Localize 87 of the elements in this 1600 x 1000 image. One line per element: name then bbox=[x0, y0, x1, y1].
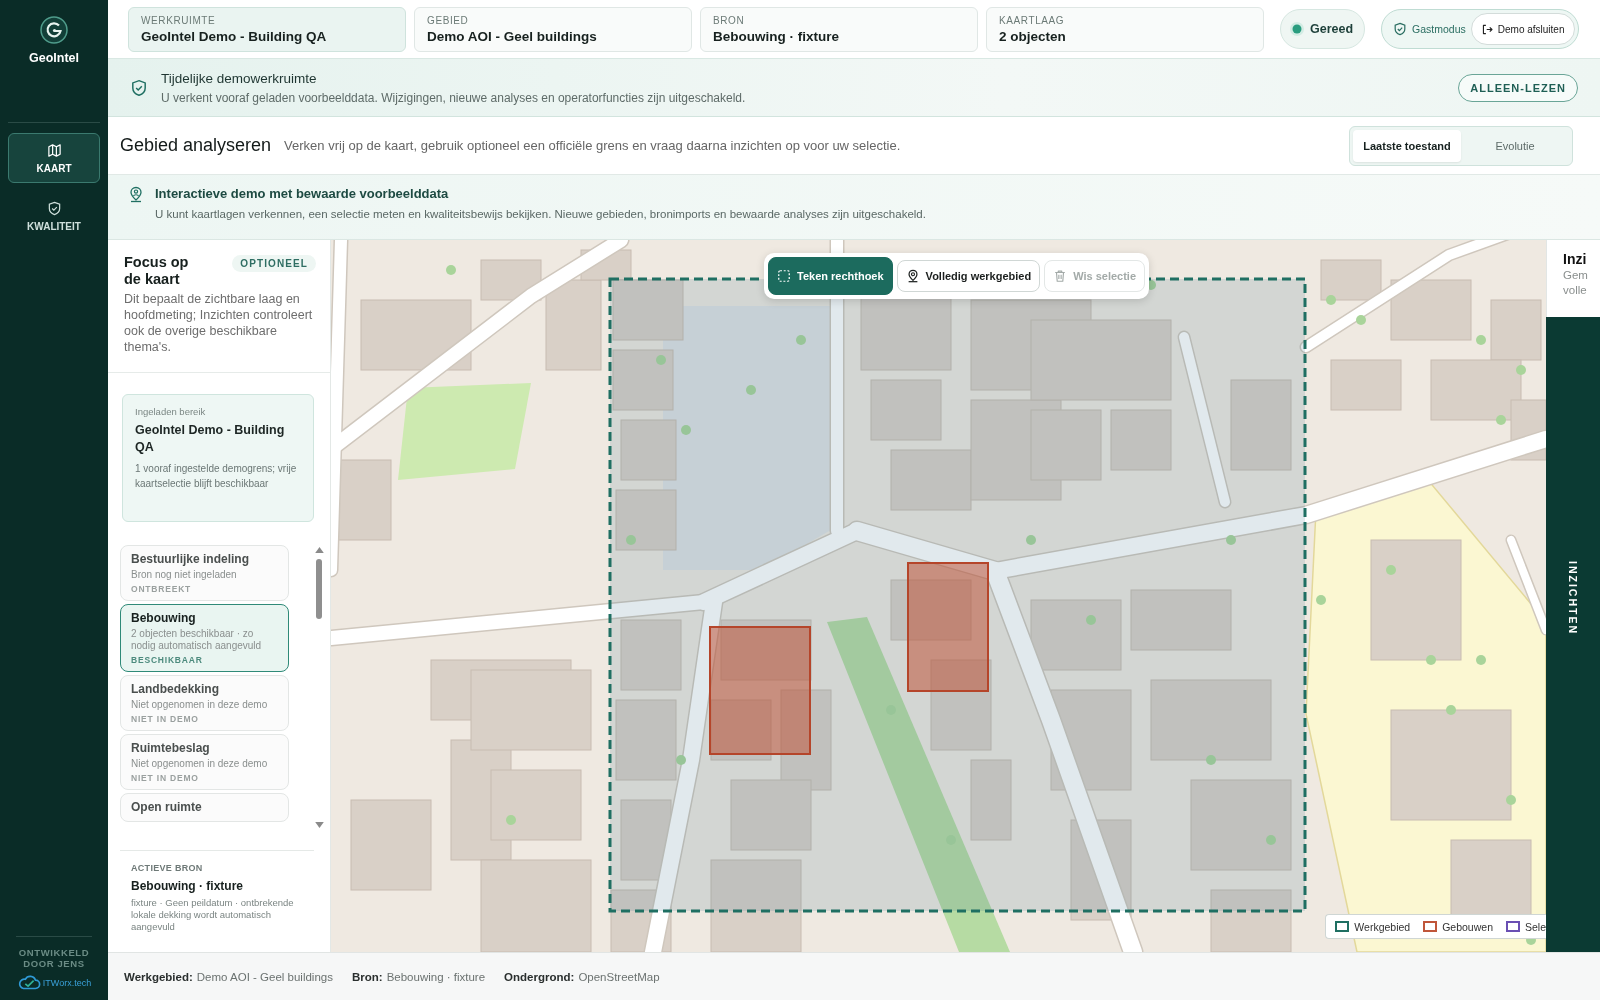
theme-status: NIET IN DEMO bbox=[131, 714, 200, 724]
shield-check-icon bbox=[1393, 22, 1408, 36]
scroll-down-icon[interactable] bbox=[314, 822, 324, 828]
theme-status: NIET IN DEMO bbox=[131, 773, 200, 783]
status-label: Bron: bbox=[351, 970, 383, 983]
theme-option[interactable]: Bebouwing 2 objecten beschikbaar · zo nodig automatisch aangevuld BESCHIKBAAR bbox=[120, 604, 289, 672]
page-title: Gebied analyseren bbox=[120, 135, 272, 156]
legend-label: Gebouwen bbox=[1442, 920, 1493, 933]
theme-title: Bestuurlijke indeling bbox=[131, 552, 251, 567]
insights-tab[interactable]: INZICHTEN bbox=[1546, 317, 1600, 952]
source-text: fixture · Geen peildatum · ontbrekende lokale dekking wordt automatisch aangevuld bbox=[131, 897, 295, 933]
info-text: U kunt kaartlagen verkennen, een selectie meten en kwaliteitsbewijs bekijken. Nieuwe gebieden, bronimports en bewaarde analyses zijn uitgeschakeld. bbox=[155, 208, 926, 220]
context-card[interactable]: GEBIED Demo AOI - Geel buildings bbox=[414, 6, 692, 52]
context-card[interactable]: WERKRUIMTE GeoIntel Demo - Building QA bbox=[128, 6, 406, 52]
status-value: Bebouwing · fixture bbox=[386, 970, 486, 983]
status-label: Ondergrond: bbox=[504, 970, 575, 983]
page-description: Verken vrij op de kaart, gebruik optioneel een officiële grens en vraag daarna inzichten op voor uw selectie. bbox=[284, 138, 901, 153]
theme-status: BESCHIKBAAR bbox=[131, 655, 204, 665]
nav-item[interactable]: KWALITEIT bbox=[8, 191, 100, 241]
status-value: Demo AOI - Geel buildings bbox=[196, 970, 333, 983]
source-label: ACTIEVE BRON bbox=[131, 863, 204, 873]
location-pin-icon bbox=[128, 186, 144, 204]
location-pin-icon bbox=[905, 269, 920, 283]
banner-title: Tijdelijke demowerkruimte bbox=[161, 70, 318, 86]
read-only-badge: ALLEEN-LEZEN bbox=[1458, 73, 1578, 102]
panel-title: Focus op de kaart bbox=[124, 254, 190, 288]
partner-logo-text: ITWorx.tech bbox=[42, 977, 92, 988]
context-card[interactable]: KAARTLAAG 2 objecten bbox=[986, 6, 1264, 52]
guest-mode-label: Gastmodus bbox=[1412, 23, 1466, 35]
scroll-up-icon[interactable] bbox=[314, 547, 324, 553]
card-label: WERKRUIMTE bbox=[141, 14, 217, 26]
source-title: Bebouwing · fixture bbox=[131, 879, 244, 893]
insights-text: Gem bbox=[1563, 268, 1589, 283]
theme-option[interactable]: Ruimtebeslag Niet opgenomen in deze demo NIET IN DEMO bbox=[120, 734, 289, 790]
theme-title: Bebouwing bbox=[131, 611, 197, 626]
toolbar-button[interactable]: Teken rechthoek bbox=[768, 257, 893, 295]
banner-text: U verkent vooraf geladen voorbeelddata. Wijzigingen, nieuwe analyses en operatorfuncties zijn uitgeschakeld. bbox=[161, 90, 746, 105]
legend-label: Werkgebied bbox=[1354, 920, 1411, 933]
shield-check-icon bbox=[46, 200, 62, 216]
theme-option[interactable]: Open ruimte bbox=[120, 793, 289, 822]
theme-title: Landbedekking bbox=[131, 682, 220, 697]
shield-check-icon bbox=[130, 77, 148, 98]
exit-icon bbox=[1480, 22, 1494, 36]
trash-icon bbox=[1053, 269, 1068, 283]
brand-name: GeoIntel bbox=[29, 50, 79, 66]
status-text: Gereed bbox=[1310, 22, 1354, 36]
card-label: KAARTLAAG bbox=[999, 14, 1066, 26]
panel-description: Dit bepaalt de zichtbare laag en hoofdmeting; Inzichten controleert ook de overige beschikbare thema's. bbox=[124, 291, 314, 355]
optional-badge: OPTIONEEL bbox=[232, 255, 316, 272]
credit-text: ONTWIKKELD DOOR JENS bbox=[17, 947, 91, 969]
card-value: Demo AOI - Geel buildings bbox=[427, 28, 598, 44]
theme-status: ONTBREEKT bbox=[131, 584, 193, 594]
scrollbar-thumb[interactable] bbox=[316, 559, 322, 619]
logo-icon bbox=[40, 16, 68, 44]
status-value: OpenStreetMap bbox=[578, 970, 660, 983]
theme-option[interactable]: Bestuurlijke indeling Bron nog niet ingeladen ONTBREEKT bbox=[120, 545, 289, 601]
view-tab[interactable]: Evolutie bbox=[1461, 129, 1569, 162]
dashed-square-icon bbox=[777, 269, 791, 283]
card-label: GEBIED bbox=[427, 14, 470, 26]
map-icon bbox=[46, 142, 62, 158]
theme-description: Niet opgenomen in deze demo bbox=[131, 758, 269, 770]
nav-item[interactable]: KAART bbox=[8, 133, 100, 183]
building-footprint[interactable] bbox=[907, 562, 989, 692]
theme-description: Bron nog niet ingeladen bbox=[131, 569, 238, 581]
card-value: 2 objecten bbox=[999, 28, 1067, 44]
range-text: 1 vooraf ingestelde demogrens; vrije kaartselectie blijft beschikbaar bbox=[135, 462, 297, 491]
card-value: GeoIntel Demo - Building QA bbox=[141, 28, 328, 44]
building-footprint[interactable] bbox=[709, 626, 811, 755]
toolbar-button[interactable]: Volledig werkgebied bbox=[896, 260, 1041, 292]
card-label: BRON bbox=[713, 14, 746, 26]
theme-description: Niet opgenomen in deze demo bbox=[131, 699, 269, 711]
info-title: Interactieve demo met bewaarde voorbeelddata bbox=[155, 186, 450, 201]
status-label: Werkgebied: bbox=[124, 970, 193, 983]
insights-title: Inzi bbox=[1563, 250, 1588, 268]
legend-label: Sele bbox=[1525, 920, 1546, 933]
insights-text: volle bbox=[1563, 283, 1588, 298]
context-card[interactable]: BRON Bebouwing · fixture bbox=[700, 6, 978, 52]
theme-description: 2 objecten beschikbaar · zo nodig automatisch aangevuld bbox=[131, 628, 263, 652]
theme-title: Open ruimte bbox=[131, 800, 203, 815]
theme-option[interactable]: Landbedekking Niet opgenomen in deze demo NIET IN DEMO bbox=[120, 675, 289, 731]
card-value: Bebouwing · fixture bbox=[713, 28, 840, 44]
range-label: Ingeladen bereik bbox=[135, 406, 207, 417]
range-title: GeoIntel Demo - Building QA bbox=[135, 422, 286, 456]
cloud-check-icon bbox=[16, 975, 41, 990]
view-tab[interactable]: Laatste toestand bbox=[1353, 129, 1461, 162]
exit-demo-button[interactable]: Demo afsluiten bbox=[1470, 13, 1575, 45]
theme-title: Ruimtebeslag bbox=[131, 741, 211, 756]
